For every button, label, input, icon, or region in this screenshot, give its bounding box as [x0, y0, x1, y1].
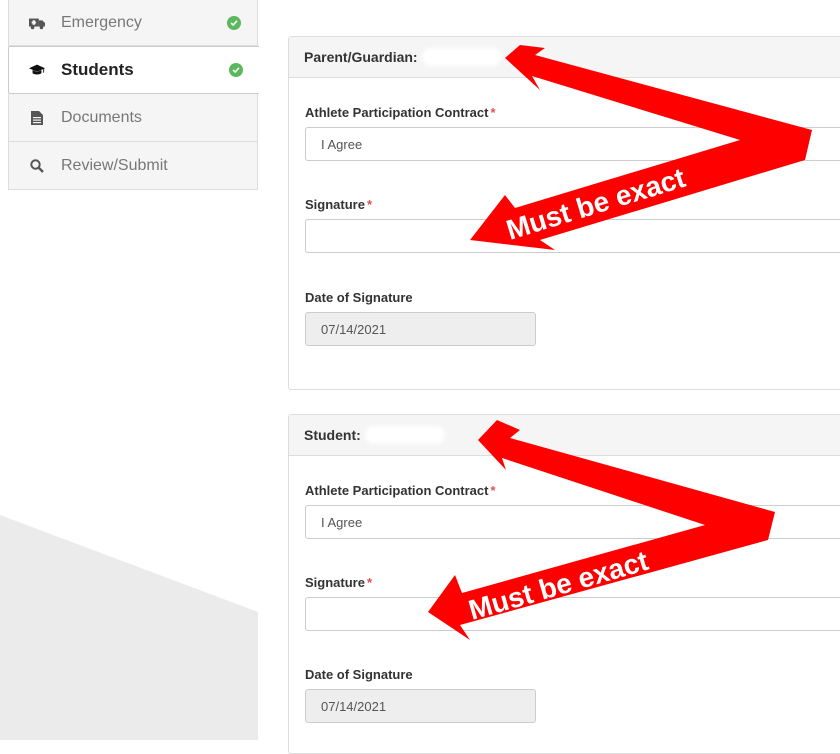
panel-heading: Parent/Guardian:: [289, 37, 840, 78]
sidebar-item-label: Documents: [61, 108, 142, 126]
student-panel: Student: Athlete Participation Contract *…: [288, 414, 840, 754]
search-icon: [29, 158, 45, 174]
contract-select[interactable]: I Agree: [305, 505, 840, 539]
sidebar-item-label: Review/Submit: [61, 156, 168, 174]
panel-title: Parent/Guardian:: [304, 49, 418, 65]
date-input: 07/14/2021: [305, 312, 536, 346]
sidebar-item-students[interactable]: Students: [8, 46, 259, 94]
contract-select-value: I Agree: [321, 514, 363, 530]
date-input-value: 07/14/2021: [321, 321, 387, 337]
sidebar-item-documents[interactable]: Documents: [8, 94, 258, 142]
required-marker: *: [490, 483, 496, 498]
check-circle-icon: [227, 15, 241, 30]
contract-select-value: I Agree: [321, 136, 363, 152]
ambulance-icon: [29, 15, 45, 31]
graduation-cap-icon: [29, 62, 45, 78]
required-marker: *: [366, 575, 373, 590]
signature-label: Signature *: [305, 197, 373, 212]
redacted-name: [421, 48, 502, 66]
date-label: Date of Signature: [305, 667, 413, 682]
signature-label: Signature *: [305, 575, 373, 590]
date-input: 07/14/2021: [305, 689, 536, 723]
sidebar-item-emergency[interactable]: Emergency: [8, 0, 258, 46]
panel-heading: Student:: [289, 415, 840, 456]
contract-label: Athlete Participation Contract *: [305, 105, 496, 120]
contract-select[interactable]: I Agree: [305, 127, 840, 161]
sidebar-item-label: Emergency: [61, 13, 142, 31]
signature-input[interactable]: [305, 219, 840, 253]
required-marker: *: [490, 105, 496, 120]
sidebar-nav: Emergency Students Documents Review/Subm…: [8, 0, 259, 190]
signature-input[interactable]: [305, 597, 840, 631]
redacted-name: [364, 426, 445, 444]
required-marker: *: [366, 197, 373, 212]
date-label: Date of Signature: [305, 290, 413, 305]
sidebar-item-label: Students: [61, 60, 134, 79]
check-circle-icon: [229, 63, 243, 77]
panel-title: Student:: [304, 427, 361, 443]
contract-label: Athlete Participation Contract *: [305, 483, 496, 498]
date-input-value: 07/14/2021: [321, 698, 387, 714]
parent-guardian-panel: Parent/Guardian: Athlete Participation C…: [288, 36, 840, 390]
sidebar-item-review-submit[interactable]: Review/Submit: [8, 142, 258, 190]
file-icon: [29, 110, 45, 126]
